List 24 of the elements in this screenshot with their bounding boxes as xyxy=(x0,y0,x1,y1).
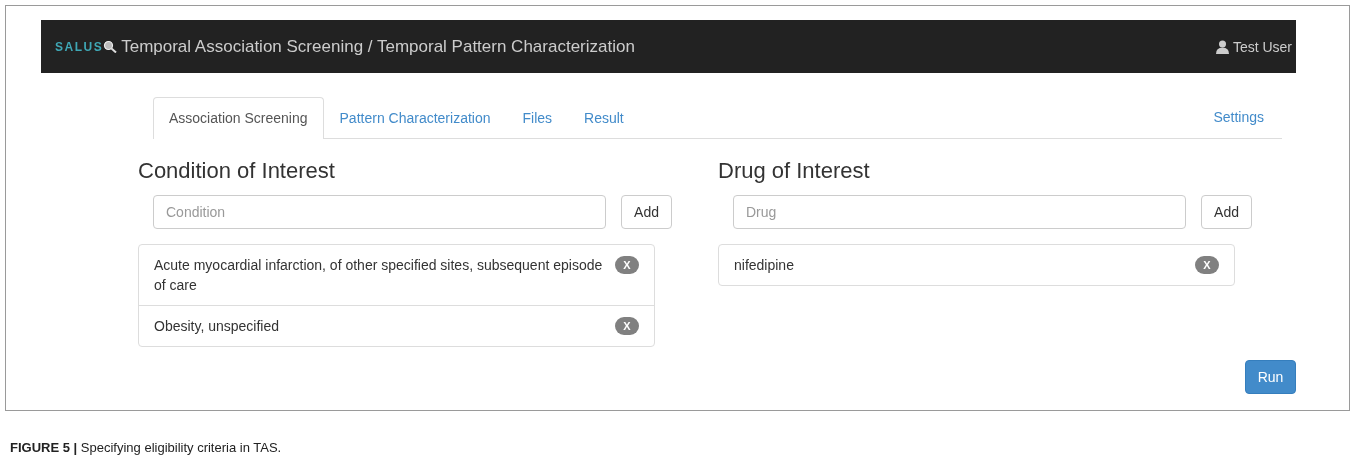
magnifier-icon xyxy=(103,40,118,53)
brand-logo[interactable]: SALUS xyxy=(55,39,104,54)
search-field[interactable]: Drug xyxy=(733,195,1187,229)
settings-link[interactable]: Settings xyxy=(1213,97,1282,138)
tab[interactable]: Pattern Characterization xyxy=(323,97,507,139)
user-name[interactable]: Test User xyxy=(1232,38,1292,55)
tab[interactable]: Files xyxy=(506,97,569,139)
section-heading: Condition of Interest xyxy=(138,157,336,185)
tab[interactable]: Association Screening xyxy=(153,97,324,139)
add-button[interactable]: Add xyxy=(621,195,672,229)
search-field[interactable]: Condition xyxy=(153,195,607,229)
add-button[interactable]: Add xyxy=(1201,195,1252,229)
remove-badge[interactable]: X xyxy=(1195,256,1219,274)
remove-badge[interactable]: X xyxy=(615,317,639,335)
user-icon xyxy=(1215,39,1229,54)
figure-caption: FIGURE 5 | Specifying eligibility criteria in TAS. xyxy=(10,440,283,455)
section-heading: Drug of Interest xyxy=(718,157,871,185)
app-title: Temporal Association Screening / Temporal Pattern Characterization xyxy=(121,36,635,57)
remove-badge[interactable]: X xyxy=(615,256,639,274)
list-item-label: Acute myocardial infarction, of other specified sites, subsequent episode of care xyxy=(154,256,604,295)
list-item-label: Obesity, unspecified xyxy=(154,317,281,336)
tab[interactable]: Result xyxy=(568,97,640,139)
run-button[interactable]: Run xyxy=(1245,360,1296,394)
list-item-label: nifedipine xyxy=(734,256,795,275)
